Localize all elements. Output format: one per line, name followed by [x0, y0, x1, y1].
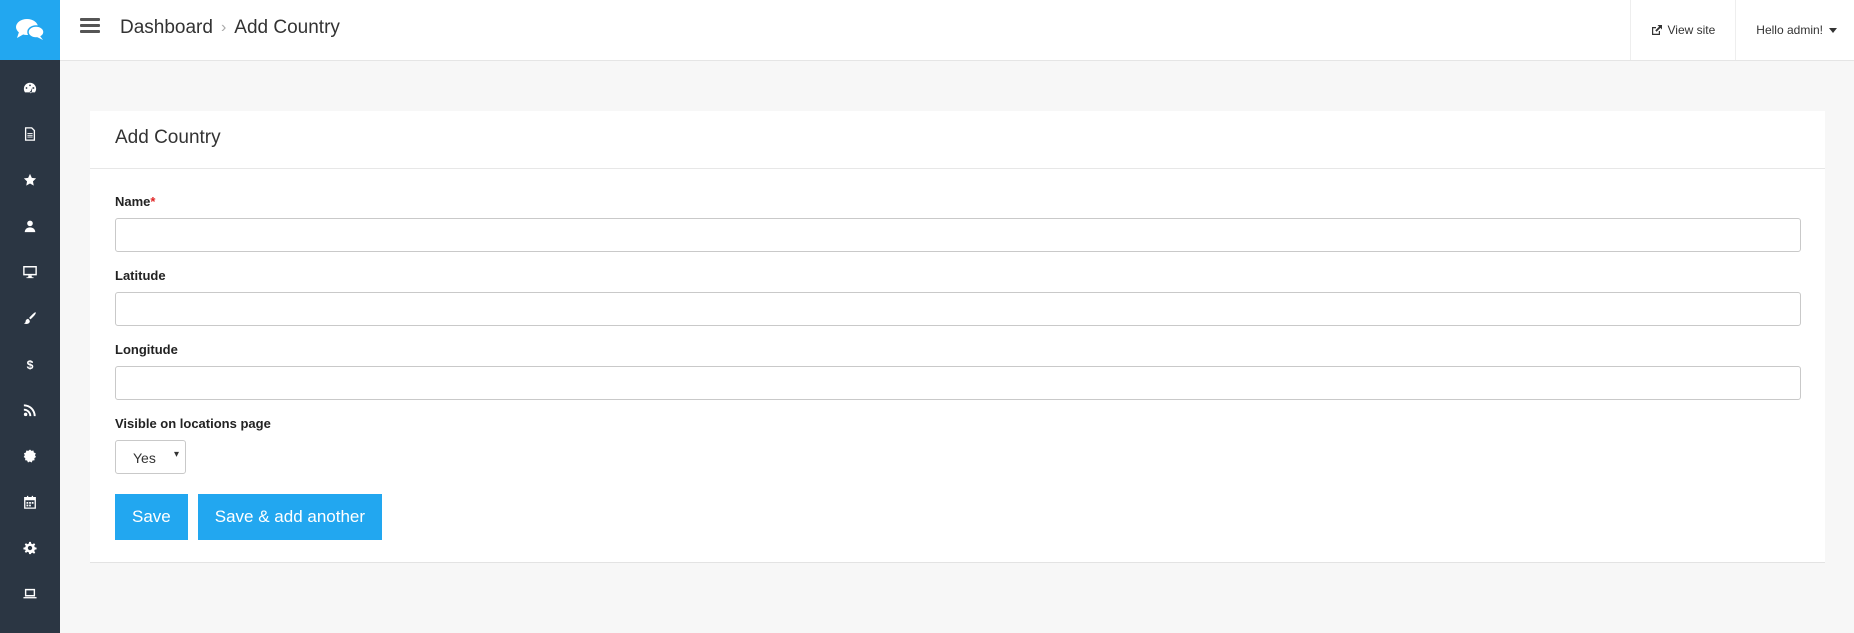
visible-label: Visible on locations page [115, 416, 271, 431]
external-link-icon [1652, 25, 1663, 35]
calendar-icon [24, 495, 36, 509]
sidebar-item-display[interactable] [0, 249, 60, 295]
sidebar: $ [0, 0, 60, 633]
top-header: Dashboard › Add Country View site Hello … [60, 0, 1854, 61]
breadcrumb-dashboard-link[interactable]: Dashboard [120, 17, 213, 39]
view-site-link[interactable]: View site [1630, 0, 1735, 60]
visible-select[interactable]: Yes ▾ [115, 440, 186, 474]
rss-icon [23, 404, 36, 417]
desktop-icon [23, 266, 37, 279]
sidebar-item-devices[interactable] [0, 571, 60, 617]
longitude-input[interactable] [115, 366, 1801, 400]
select-arrow-icon: ▾ [173, 449, 179, 460]
longitude-label: Longitude [115, 342, 178, 357]
add-country-panel: Add Country Name* Latitude Longitude Vis… [90, 111, 1825, 563]
sidebar-item-calendar[interactable] [0, 479, 60, 525]
sidebar-item-themes[interactable] [0, 295, 60, 341]
svg-text:$: $ [27, 358, 34, 371]
save-button[interactable]: Save [115, 494, 188, 540]
caret-down-icon [1829, 27, 1837, 33]
dashboard-icon [23, 82, 37, 94]
certificate-icon [23, 449, 37, 463]
visible-select-value: Yes [133, 450, 156, 466]
view-site-label: View site [1667, 23, 1716, 37]
latitude-label: Latitude [115, 268, 166, 283]
breadcrumb: Dashboard › Add Country [120, 17, 340, 39]
hamburger-menu-icon[interactable] [80, 18, 100, 38]
save-and-add-another-button[interactable]: Save & add another [197, 494, 383, 540]
name-label: Name* [115, 194, 156, 209]
sidebar-item-settings[interactable] [0, 525, 60, 571]
sidebar-item-feeds[interactable] [0, 387, 60, 433]
laptop-icon [23, 588, 37, 599]
sidebar-item-users[interactable] [0, 203, 60, 249]
paintbrush-icon [23, 312, 36, 324]
sidebar-item-badges[interactable] [0, 433, 60, 479]
user-icon [24, 220, 36, 233]
sidebar-item-favorites[interactable] [0, 157, 60, 203]
latitude-input[interactable] [115, 292, 1801, 326]
breadcrumb-current: Add Country [234, 17, 340, 38]
sidebar-item-dashboard[interactable] [0, 65, 60, 111]
sidebar-item-payments[interactable]: $ [0, 341, 60, 387]
chat-bubbles-icon [16, 19, 45, 40]
logo[interactable] [0, 0, 60, 60]
panel-title: Add Country [90, 111, 1825, 169]
gear-icon [23, 541, 37, 555]
required-marker: * [150, 194, 156, 209]
sidebar-item-pages[interactable] [0, 111, 60, 157]
name-input[interactable] [115, 218, 1801, 252]
dollar-icon: $ [27, 358, 34, 371]
document-icon [24, 127, 36, 141]
star-icon [23, 173, 37, 186]
chevron-right-icon: › [220, 19, 227, 36]
user-menu-label: Hello admin! [1756, 23, 1823, 37]
user-menu-dropdown[interactable]: Hello admin! [1735, 0, 1854, 60]
